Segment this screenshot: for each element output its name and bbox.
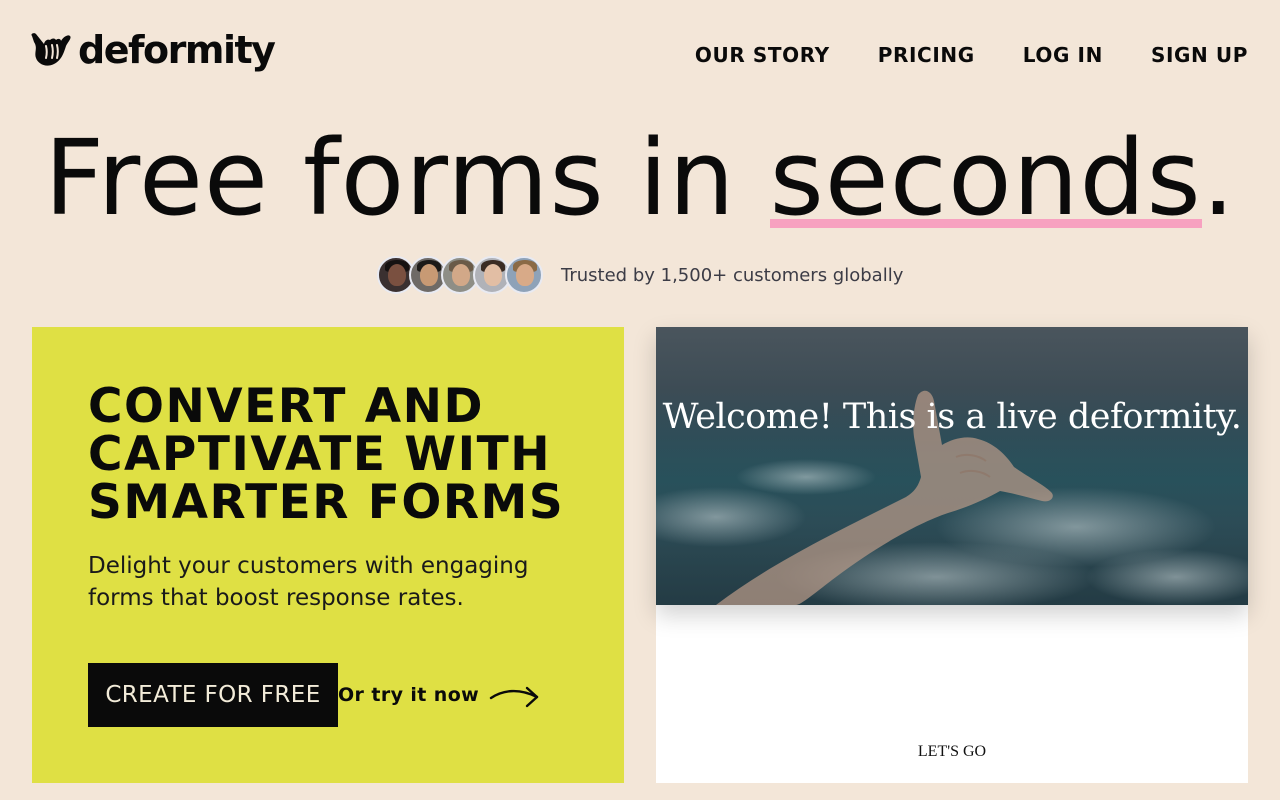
hero-title-highlight: seconds <box>769 117 1202 239</box>
hero-title: Free forms in seconds. <box>0 118 1280 238</box>
try-it-now-link[interactable]: Or try it now <box>338 663 541 727</box>
promo-subtext: Delight your customers with engaging for… <box>88 553 529 611</box>
trust-text: Trusted by 1,500+ customers globally <box>561 264 904 286</box>
customer-avatars <box>377 256 543 294</box>
hero-title-start: Free forms in <box>44 117 770 239</box>
hero-title-end: . <box>1201 117 1236 239</box>
promo-card: CONVERT AND CAPTIVATE WITH SMARTER FORMS… <box>32 327 624 783</box>
trust-badge: Trusted by 1,500+ customers globally <box>377 254 903 296</box>
arrow-right-icon <box>489 686 539 708</box>
nav-sign-up[interactable]: SIGN UP <box>1151 40 1248 70</box>
brand-logo[interactable]: deformity <box>28 28 276 72</box>
site-header: deformity OUR STORY PRICING LOG IN SIGN … <box>0 0 1280 110</box>
lets-go-button[interactable]: LET'S GO <box>656 743 1248 761</box>
welcome-message: Welcome! This is a live deformity. <box>662 397 1242 437</box>
brand-name: deformity <box>78 28 276 72</box>
nav-pricing[interactable]: PRICING <box>878 40 975 70</box>
nav-log-in[interactable]: LOG IN <box>1023 40 1103 70</box>
live-demo-card: Welcome! This is a live deformity. LET'S… <box>656 327 1248 783</box>
create-for-free-button[interactable]: CREATE FOR FREE <box>88 663 338 727</box>
shaka-hand-icon <box>31 33 71 66</box>
nav-our-story[interactable]: OUR STORY <box>695 40 830 70</box>
promo-heading: CONVERT AND CAPTIVATE WITH SMARTER FORMS <box>88 379 565 530</box>
main-nav: OUR STORY PRICING LOG IN SIGN UP <box>695 40 1248 70</box>
demo-hero-image: Welcome! This is a live deformity. <box>656 327 1248 605</box>
avatar <box>505 256 543 294</box>
try-it-now-label: Or try it now <box>338 684 480 706</box>
